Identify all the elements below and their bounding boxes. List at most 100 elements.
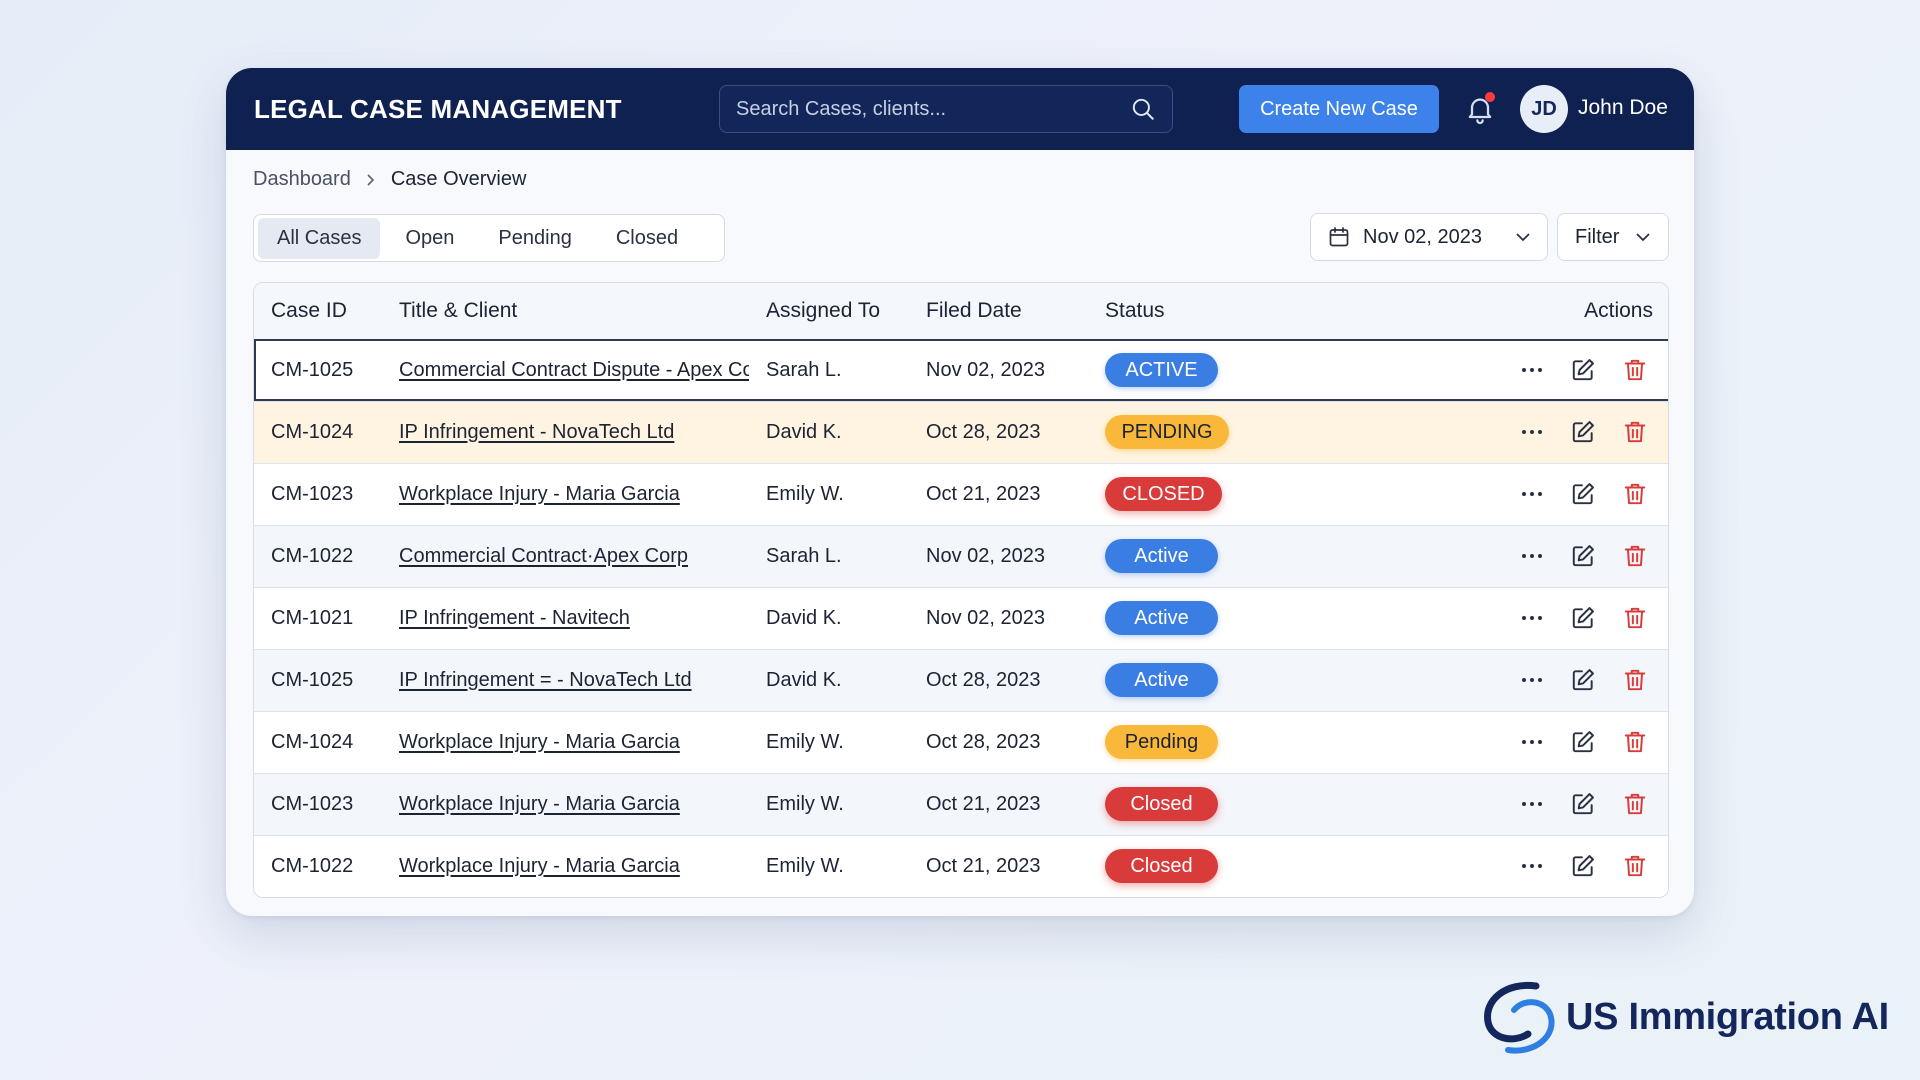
create-new-case-button[interactable]: Create New Case [1239,85,1439,133]
tab-closed[interactable]: Closed [597,218,697,259]
column-header-actions: Actions [1584,298,1653,322]
user-name[interactable]: John Doe [1578,96,1668,120]
delete-icon[interactable] [1622,357,1648,383]
status-badge: PENDING [1105,415,1229,449]
edit-icon[interactable] [1570,481,1596,507]
case-title-link[interactable]: Workplace Injury - Maria Garcia [399,483,680,505]
date-picker[interactable]: Nov 02, 2023 [1310,213,1548,261]
delete-icon[interactable] [1622,729,1648,755]
top-bar: LEGAL CASE MANAGEMENT Create New Case JD… [226,68,1694,150]
assigned-to: David K. [766,420,842,443]
case-title-link[interactable]: Workplace Injury - Maria Garcia [399,793,680,815]
more-options-icon[interactable] [1519,667,1545,693]
filed-date: Oct 28, 2023 [926,420,1041,443]
filed-date: Oct 28, 2023 [926,668,1041,691]
case-title-link[interactable]: IP Infringement = - NovaTech Ltd [399,669,692,691]
filed-date: Oct 28, 2023 [926,730,1041,753]
filed-date: Oct 21, 2023 [926,482,1041,505]
column-header-case-id[interactable]: Case ID [254,283,382,339]
case-management-window: LEGAL CASE MANAGEMENT Create New Case JD… [226,68,1694,916]
table-header-row: Case ID Title & Client Assigned To Filed… [254,283,1668,339]
brand-watermark: US Immigration AI [1478,980,1889,1054]
status-badge: Pending [1105,725,1218,759]
search-input[interactable] [736,97,1130,121]
table-row[interactable]: CM-1022 Commercial Contract·Apex Corp Sa… [254,525,1668,587]
case-id: CM-1025 [271,358,354,381]
delete-icon[interactable] [1622,667,1648,693]
app-title: LEGAL CASE MANAGEMENT [254,93,622,124]
search-icon[interactable] [1130,96,1156,122]
case-title-link[interactable]: IP Infringement - NovaTech Ltd [399,421,674,443]
edit-icon[interactable] [1570,667,1596,693]
column-header-filed-date[interactable]: Filed Date [909,283,1088,339]
more-options-icon[interactable] [1519,543,1545,569]
case-title-link[interactable]: Commercial Contract·Apex Corp [399,545,688,567]
case-id: CM-1025 [271,668,354,691]
case-id: CM-1023 [271,792,354,815]
breadcrumb-current: Case Overview [390,168,527,190]
assigned-to: Emily W. [766,482,844,505]
table-row[interactable]: CM-1023 Workplace Injury - Maria Garcia … [254,463,1668,525]
more-options-icon[interactable] [1519,357,1545,383]
status-badge: ACTIVE [1105,353,1218,387]
more-options-icon[interactable] [1519,729,1545,755]
search-box[interactable] [719,85,1173,133]
avatar[interactable]: JD [1520,85,1568,133]
edit-icon[interactable] [1570,729,1596,755]
case-id: CM-1022 [271,854,354,877]
notification-dot [1485,92,1495,102]
brand-swirl-logo-icon [1484,981,1555,1054]
table-row[interactable]: CM-1021 IP Infringement - Navitech David… [254,587,1668,649]
delete-icon[interactable] [1622,543,1648,569]
table-row[interactable]: CM-1025 IP Infringement = - NovaTech Ltd… [254,649,1668,711]
delete-icon[interactable] [1622,605,1648,631]
case-title-link[interactable]: IP Infringement - Navitech [399,607,630,629]
table-row[interactable]: CM-1023 Workplace Injury - Maria Garcia … [254,773,1668,835]
delete-icon[interactable] [1622,481,1648,507]
edit-icon[interactable] [1570,419,1596,445]
more-options-icon[interactable] [1519,791,1545,817]
column-header-assigned-to[interactable]: Assigned To [749,283,909,339]
delete-icon[interactable] [1622,853,1648,879]
delete-icon[interactable] [1622,791,1648,817]
more-options-icon[interactable] [1519,605,1545,631]
assigned-to: Emily W. [766,730,844,753]
more-options-icon[interactable] [1519,853,1545,879]
table-row[interactable]: CM-1024 IP Infringement - NovaTech Ltd D… [254,401,1668,463]
status-badge: Closed [1105,787,1218,821]
tab-open[interactable]: Open [386,218,473,259]
cases-table: Case ID Title & Client Assigned To Filed… [253,282,1669,898]
column-header-status[interactable]: Status [1088,283,1288,339]
edit-icon[interactable] [1570,543,1596,569]
tab-all-cases[interactable]: All Cases [258,217,381,259]
more-options-icon[interactable] [1519,419,1545,445]
table-row[interactable]: CM-1025 Commercial Contract Dispute - Ap… [254,339,1668,401]
filed-date: Nov 02, 2023 [926,544,1045,567]
case-id: CM-1024 [271,420,354,443]
table-row[interactable]: CM-1024 Workplace Injury - Maria Garcia … [254,711,1668,773]
edit-icon[interactable] [1570,853,1596,879]
column-header-title-client[interactable]: Title & Client [382,283,749,339]
date-picker-value: Nov 02, 2023 [1363,225,1482,248]
assigned-to: David K. [766,668,842,691]
case-filter-tabs: All Cases Open Pending Closed [253,214,725,262]
case-title-link[interactable]: Workplace Injury - Maria Garcia [399,855,680,877]
filed-date: Oct 21, 2023 [926,854,1041,877]
case-title-link[interactable]: Commercial Contract Dispute - Apex Corp [399,359,749,381]
edit-icon[interactable] [1570,605,1596,631]
filed-date: Nov 02, 2023 [926,358,1045,381]
filter-dropdown[interactable]: Filter [1557,213,1669,261]
delete-icon[interactable] [1622,419,1648,445]
status-badge: Active [1105,663,1218,697]
chevron-down-icon [1636,233,1650,242]
edit-icon[interactable] [1570,357,1596,383]
status-badge: Closed [1105,849,1218,884]
case-title-link[interactable]: Workplace Injury - Maria Garcia [399,731,680,753]
table-row[interactable]: CM-1022 Workplace Injury - Maria Garcia … [254,835,1668,897]
assigned-to: David K. [766,606,842,629]
breadcrumb-dashboard[interactable]: Dashboard [253,168,351,191]
assigned-to: Sarah L. [766,358,842,381]
edit-icon[interactable] [1570,791,1596,817]
more-options-icon[interactable] [1519,481,1545,507]
tab-pending[interactable]: Pending [479,218,590,259]
